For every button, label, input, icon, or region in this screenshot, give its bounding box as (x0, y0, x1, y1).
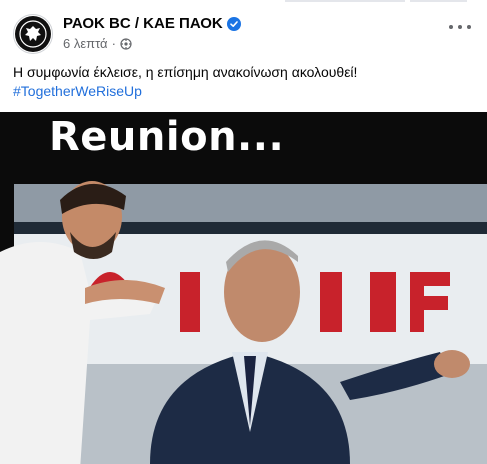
image-headline: Reunion... (49, 114, 285, 160)
hashtag-link[interactable]: #TogetherWeRiseUp (13, 82, 477, 101)
post-timestamp[interactable]: 6 λεπτά (63, 36, 108, 51)
page-name[interactable]: ΡΑΟΚ BC / ΚΑΕ ΠΑΟΚ (63, 15, 241, 32)
post-body: Η συμφωνία έκλεισε, η επίσημη ανακοίνωση… (13, 63, 477, 101)
post-photo[interactable]: Reunion... (0, 112, 487, 464)
globe-icon (120, 37, 132, 50)
top-divider-segment (285, 0, 405, 2)
post-header: ΡΑΟΚ BC / ΚΑΕ ΠΑΟΚ 6 λεπτά · (13, 12, 477, 58)
top-divider (0, 0, 487, 3)
more-dot (458, 25, 462, 29)
page-name-text[interactable]: ΡΑΟΚ BC / ΚΑΕ ΠΑΟΚ (63, 15, 223, 32)
paok-logo-icon (15, 16, 51, 52)
more-dot (449, 25, 453, 29)
post-meta: 6 λεπτά · (63, 36, 132, 51)
meta-separator: · (111, 36, 116, 51)
post-message: Η συμφωνία έκλεισε, η επίσημη ανακοίνωση… (13, 64, 358, 80)
photo-scene (0, 112, 487, 464)
page-avatar[interactable] (13, 14, 53, 54)
more-options-icon[interactable] (449, 20, 471, 34)
top-divider-segment (410, 0, 467, 2)
verified-badge-icon (226, 16, 241, 31)
more-dot (467, 25, 471, 29)
